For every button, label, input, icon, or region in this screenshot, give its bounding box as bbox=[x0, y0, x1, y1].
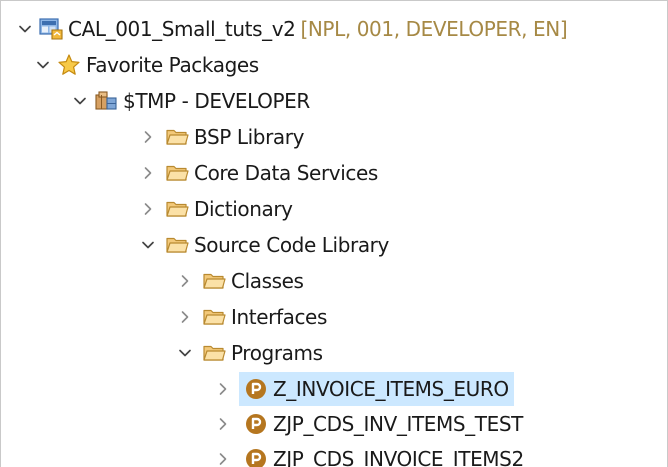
chevron-down-icon[interactable] bbox=[174, 336, 196, 370]
tree-row-package: $TMP - DEVELOPER bbox=[1, 84, 667, 118]
tree-row-program: ZJP_CDS_INV_ITEMS_TEST bbox=[1, 407, 667, 441]
tree-item-source-code-library[interactable]: Source Code Library bbox=[164, 228, 389, 262]
chevron-right-icon[interactable] bbox=[137, 156, 159, 190]
folder-label: Source Code Library bbox=[194, 233, 389, 257]
tree-item-classes[interactable]: Classes bbox=[201, 264, 304, 298]
project-decoration: [NPL, 001, DEVELOPER, EN] bbox=[300, 17, 568, 41]
tree-item-program-zjp-cds-invoice-items2[interactable]: ZJP_CDS_INVOICE_ITEMS2 bbox=[239, 442, 524, 467]
star-icon bbox=[56, 52, 82, 78]
tree-item-dictionary[interactable]: Dictionary bbox=[164, 192, 293, 226]
package-label: $TMP - DEVELOPER bbox=[123, 89, 310, 113]
folder-icon bbox=[201, 340, 227, 366]
chevron-right-icon[interactable] bbox=[212, 442, 234, 467]
folder-icon bbox=[164, 124, 190, 150]
chevron-right-icon[interactable] bbox=[137, 192, 159, 226]
abap-project-icon bbox=[38, 16, 64, 42]
chevron-down-icon[interactable] bbox=[14, 12, 36, 46]
tree-row-folder: Source Code Library bbox=[1, 228, 667, 262]
tree-item-package-tmp[interactable]: $TMP - DEVELOPER bbox=[93, 84, 310, 118]
tree-item-program-zjp-cds-inv-items-test[interactable]: ZJP_CDS_INV_ITEMS_TEST bbox=[239, 407, 523, 441]
program-label: ZJP_CDS_INVOICE_ITEMS2 bbox=[273, 447, 524, 467]
folder-icon bbox=[164, 196, 190, 222]
program-label: ZJP_CDS_INV_ITEMS_TEST bbox=[273, 412, 523, 436]
tree-row-program: ZJP_CDS_INVOICE_ITEMS2 bbox=[1, 442, 667, 467]
folder-icon bbox=[201, 268, 227, 294]
folder-label: Dictionary bbox=[194, 197, 293, 221]
project-explorer-tree: CAL_001_Small_tuts_v2 [NPL, 001, DEVELOP… bbox=[0, 0, 668, 467]
chevron-down-icon[interactable] bbox=[32, 48, 54, 82]
chevron-right-icon[interactable] bbox=[174, 264, 196, 298]
tree-row-folder: Core Data Services bbox=[1, 156, 667, 190]
tree-row-program: Z_INVOICE_ITEMS_EURO bbox=[1, 372, 667, 406]
chevron-right-icon[interactable] bbox=[174, 300, 196, 334]
package-icon bbox=[93, 88, 119, 114]
tree-row-folder: Classes bbox=[1, 264, 667, 298]
tree-item-core-data-services[interactable]: Core Data Services bbox=[164, 156, 378, 190]
chevron-right-icon[interactable] bbox=[212, 372, 234, 406]
folder-icon bbox=[164, 232, 190, 258]
chevron-right-icon[interactable] bbox=[212, 407, 234, 441]
tree-item-bsp-library[interactable]: BSP Library bbox=[164, 120, 304, 154]
tree-row-folder: Programs bbox=[1, 336, 667, 370]
tree-row-folder: Dictionary bbox=[1, 192, 667, 226]
tree-item-interfaces[interactable]: Interfaces bbox=[201, 300, 327, 334]
tree-item-program-z-invoice-items-euro[interactable]: Z_INVOICE_ITEMS_EURO bbox=[239, 372, 514, 406]
folder-icon bbox=[201, 304, 227, 330]
folder-label: Classes bbox=[231, 269, 304, 293]
project-label: CAL_001_Small_tuts_v2 bbox=[68, 17, 296, 41]
chevron-down-icon[interactable] bbox=[137, 228, 159, 262]
tree-row-project: CAL_001_Small_tuts_v2 [NPL, 001, DEVELOP… bbox=[1, 12, 667, 46]
program-label: Z_INVOICE_ITEMS_EURO bbox=[273, 377, 509, 401]
favorites-label: Favorite Packages bbox=[86, 53, 259, 77]
program-icon bbox=[243, 411, 269, 437]
chevron-right-icon[interactable] bbox=[137, 120, 159, 154]
chevron-down-icon[interactable] bbox=[69, 84, 91, 118]
folder-label: BSP Library bbox=[194, 125, 305, 149]
tree-item-favorite-packages[interactable]: Favorite Packages bbox=[56, 48, 259, 82]
folder-label: Programs bbox=[231, 341, 323, 365]
tree-item-programs[interactable]: Programs bbox=[201, 336, 323, 370]
folder-label: Core Data Services bbox=[194, 161, 378, 185]
program-icon bbox=[243, 446, 269, 467]
folder-label: Interfaces bbox=[231, 305, 327, 329]
folder-icon bbox=[164, 160, 190, 186]
tree-row-folder: BSP Library bbox=[1, 120, 667, 154]
program-icon bbox=[243, 376, 269, 402]
tree-row-favorites: Favorite Packages bbox=[1, 48, 667, 82]
tree-row-folder: Interfaces bbox=[1, 300, 667, 334]
tree-item-project[interactable]: CAL_001_Small_tuts_v2 [NPL, 001, DEVELOP… bbox=[38, 12, 568, 46]
